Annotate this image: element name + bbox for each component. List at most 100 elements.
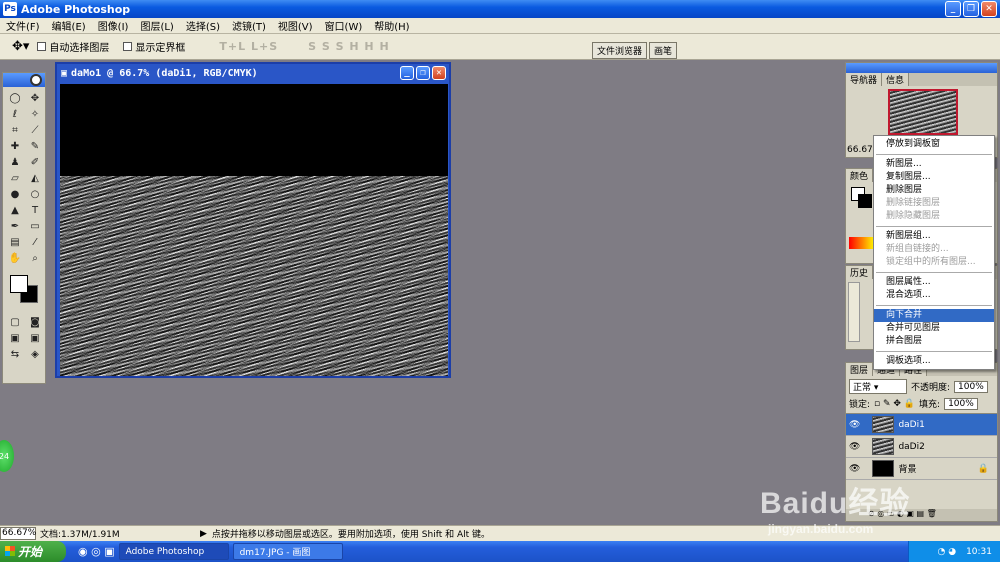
close-button[interactable]: ✕: [981, 1, 997, 17]
layer-thumbnail: [872, 438, 895, 455]
doc-minimize-button[interactable]: _: [400, 66, 414, 80]
color-bg-swatch[interactable]: [858, 194, 872, 208]
brushes-tab[interactable]: 画笔: [649, 42, 678, 59]
slice-tool-icon[interactable]: ⟋: [26, 123, 44, 137]
jump-to-imageready-icon[interactable]: ⇆: [6, 347, 24, 361]
color-swatches[interactable]: [6, 273, 42, 305]
shape-tool-icon[interactable]: ▭: [26, 219, 44, 233]
zoom-input[interactable]: 66.67%: [0, 527, 36, 540]
layer-row-dadi2[interactable]: 👁 daDi2: [846, 436, 997, 458]
crop-tool-icon[interactable]: ⌗: [6, 123, 24, 137]
image-canvas[interactable]: [60, 84, 448, 376]
context-menu-item[interactable]: 新图层...: [874, 158, 994, 171]
menu-help[interactable]: 帮助(H): [368, 18, 415, 33]
healing-brush-icon[interactable]: ✚: [6, 139, 24, 153]
type-tool-icon[interactable]: T: [26, 203, 44, 217]
eyedropper-icon[interactable]: ⁄: [26, 235, 44, 249]
opacity-input[interactable]: 100%: [954, 380, 988, 393]
magic-wand-icon[interactable]: ✧: [26, 107, 44, 121]
context-menu-item[interactable]: 混合选项...: [874, 289, 994, 302]
doc-maximize-button[interactable]: ❐: [416, 66, 430, 80]
visibility-eye-icon[interactable]: 👁: [849, 442, 860, 452]
minimize-button[interactable]: _: [945, 1, 961, 17]
maximize-button[interactable]: ❐: [963, 1, 979, 17]
context-menu-item[interactable]: 图层属性...: [874, 276, 994, 289]
notes-tool-icon[interactable]: ▤: [6, 235, 24, 249]
history-list[interactable]: [848, 282, 860, 342]
tab-navigator[interactable]: 导航器: [846, 73, 883, 86]
pen-tool-icon[interactable]: ✒: [6, 219, 24, 233]
standard-mode-icon[interactable]: ▢: [6, 315, 24, 329]
lasso-tool-icon[interactable]: ℓ: [6, 107, 24, 121]
context-menu-item: 删除隐藏图层: [886, 211, 941, 221]
menu-edit[interactable]: 编辑(E): [46, 18, 92, 33]
tab-info[interactable]: 信息: [882, 73, 910, 86]
context-menu-item[interactable]: 复制图层...: [874, 171, 994, 184]
auto-select-checkbox[interactable]: 自动选择图层: [37, 39, 109, 54]
clock: 10:31: [966, 546, 992, 557]
marquee-tool-icon[interactable]: ◯: [6, 91, 24, 105]
imageready-icon[interactable]: ◈: [26, 347, 44, 361]
quick-mask-icon[interactable]: ◙: [26, 315, 44, 329]
tab-color[interactable]: 颜色: [846, 169, 874, 182]
menu-image[interactable]: 图像(I): [92, 18, 135, 33]
context-menu-item[interactable]: 新图层组...: [874, 230, 994, 243]
menu-view[interactable]: 视图(V): [272, 18, 319, 33]
menu-select[interactable]: 选择(S): [180, 18, 226, 33]
tray-icons[interactable]: ◔ ◕: [937, 547, 956, 557]
color-ramp[interactable]: [849, 237, 875, 249]
watermark-big: Baidu经验: [760, 487, 911, 520]
tab-history[interactable]: 历史: [846, 266, 874, 279]
show-bounds-checkbox[interactable]: 显示定界框: [123, 39, 185, 54]
move-tool-icon[interactable]: ✥: [26, 91, 44, 105]
screen-mode-2-icon[interactable]: ▣: [26, 331, 44, 345]
paint-bucket-icon[interactable]: ◭: [26, 171, 44, 185]
menu-layer[interactable]: 图层(L): [134, 18, 179, 33]
dodge-tool-icon[interactable]: ○: [26, 187, 44, 201]
fill-input[interactable]: 100%: [944, 397, 978, 410]
task-paint[interactable]: dm17.JPG - 画图: [232, 543, 343, 560]
move-tool-icon[interactable]: ✥▾: [12, 39, 29, 54]
play-arrow-icon[interactable]: ▶: [200, 529, 207, 539]
context-menu-item[interactable]: 删除图层: [874, 184, 994, 197]
menu-separator: [876, 305, 992, 306]
brush-tool-icon[interactable]: ✎: [26, 139, 44, 153]
menu-filter[interactable]: 滤镜(T): [226, 18, 272, 33]
path-select-icon[interactable]: ▲: [6, 203, 24, 217]
system-tray: ◔ ◕ 10:31: [908, 541, 1000, 562]
context-menu-item[interactable]: 合并可见图层: [874, 322, 994, 335]
menu-window[interactable]: 窗口(W): [319, 18, 369, 33]
zoom-tool-icon[interactable]: ⌕: [26, 251, 44, 265]
context-menu-item[interactable]: 停放到调板窗: [874, 138, 994, 151]
quick-launch-icons[interactable]: ◉ ◎ ▣: [78, 545, 115, 558]
history-brush-icon[interactable]: ✐: [26, 155, 44, 169]
start-button[interactable]: 开始: [0, 541, 66, 562]
context-menu-item[interactable]: 向下合并: [874, 309, 994, 322]
layer-row-dadi1[interactable]: 👁 daDi1: [846, 414, 997, 436]
lock-icons[interactable]: ▫ ✎ ✥ 🔒: [874, 399, 915, 409]
blur-tool-icon[interactable]: ●: [6, 187, 24, 201]
eye-icon[interactable]: [30, 74, 42, 86]
blend-mode-select[interactable]: 正常 ▾: [849, 379, 907, 394]
file-browser-tab[interactable]: 文件浏览器: [592, 42, 648, 59]
navigator-zoom[interactable]: 66.67: [847, 145, 873, 155]
menu-file[interactable]: 文件(F): [0, 18, 46, 33]
document-size[interactable]: 文档:1.37M/1.91M: [40, 527, 200, 540]
context-menu-item[interactable]: 拼合图层: [874, 335, 994, 348]
visibility-eye-icon[interactable]: 👁: [849, 420, 860, 430]
layer-row-background[interactable]: 👁 背景 🔒: [846, 458, 997, 480]
screen-mode-1-icon[interactable]: ▣: [6, 331, 24, 345]
layer-name: daDi2: [898, 441, 925, 452]
hand-tool-icon[interactable]: ✋: [6, 251, 24, 265]
visibility-eye-icon[interactable]: 👁: [849, 464, 860, 474]
stamp-tool-icon[interactable]: ♟: [6, 155, 24, 169]
context-menu-item: 锁定组中的所有图层...: [886, 257, 976, 267]
foreground-color[interactable]: [10, 275, 28, 293]
eraser-tool-icon[interactable]: ▱: [6, 171, 24, 185]
tab-layers[interactable]: 图层: [846, 363, 874, 376]
side-badge[interactable]: 24: [0, 440, 14, 472]
context-menu-item[interactable]: 调板选项...: [874, 355, 994, 368]
task-photoshop[interactable]: Adobe Photoshop: [118, 543, 229, 560]
navigator-thumbnail[interactable]: [888, 89, 958, 135]
doc-close-button[interactable]: ✕: [432, 66, 446, 80]
